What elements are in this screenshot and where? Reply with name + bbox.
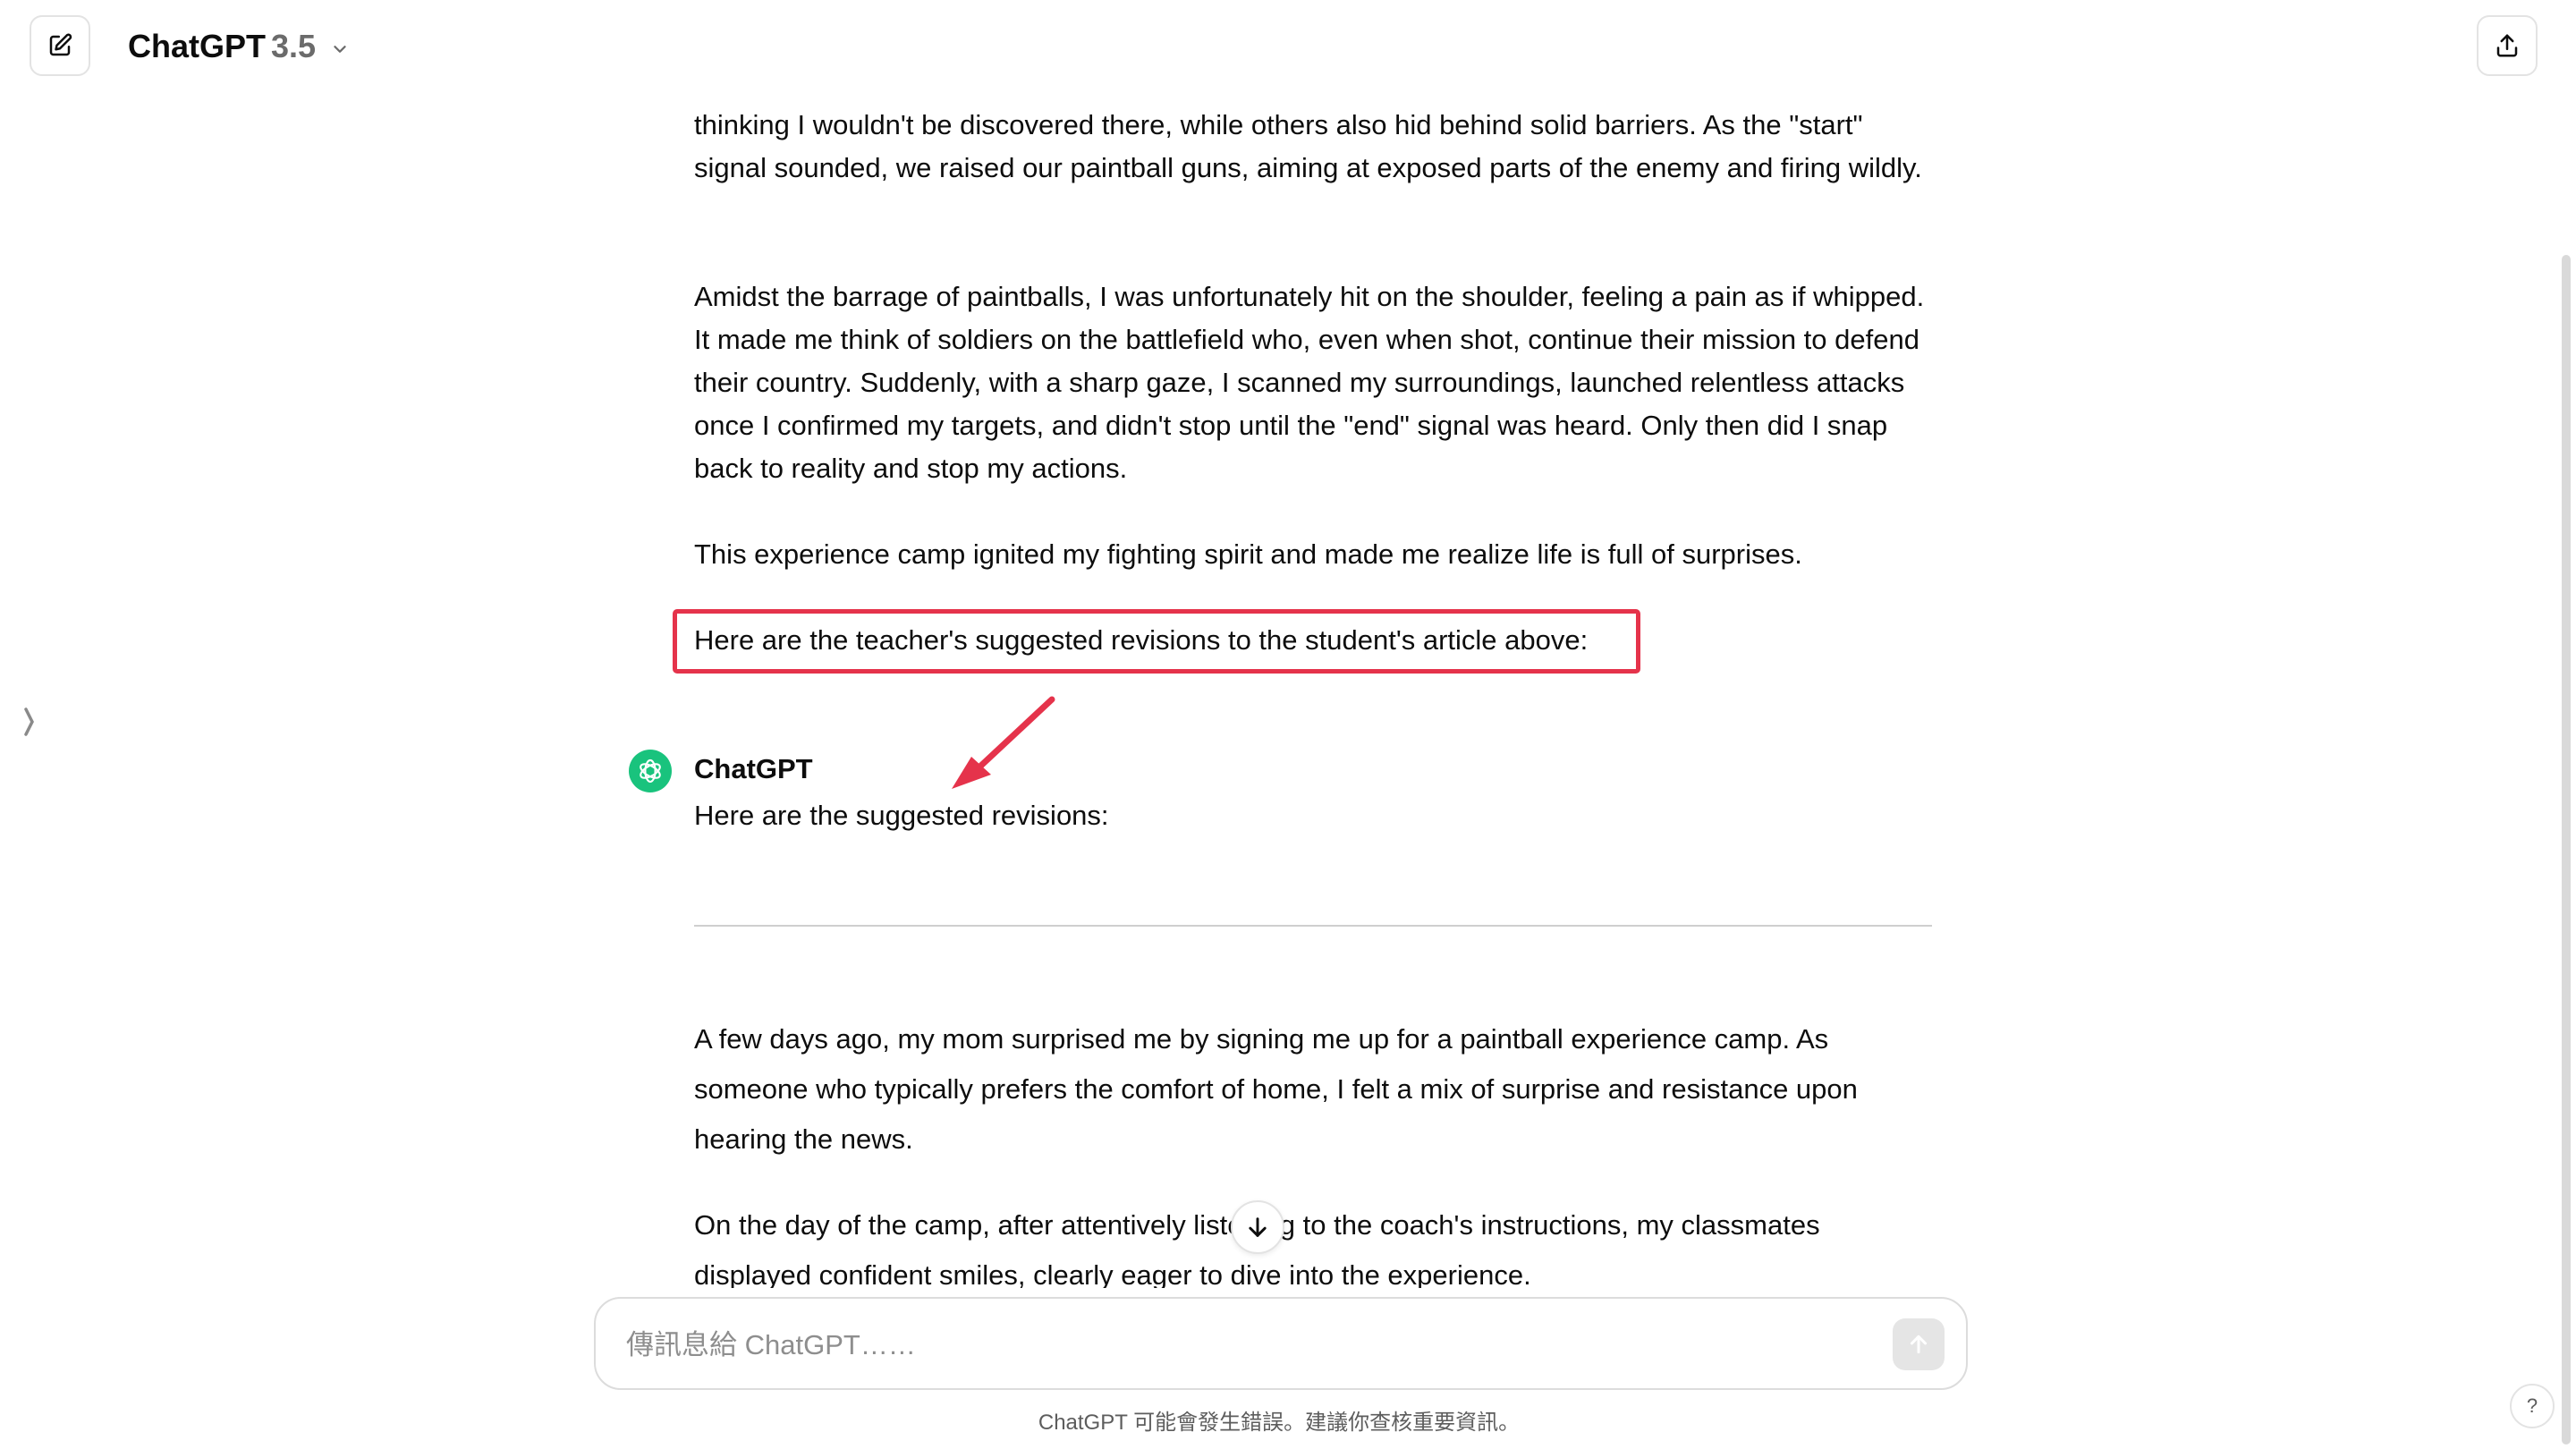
top-bar: ChatGPT 3.5 [0, 0, 2576, 93]
user-message-paragraph: Amidst the barrage of paintballs, I was … [694, 281, 1925, 484]
assistant-name-label: ChatGPT [694, 753, 813, 784]
annotation-arrow-icon [952, 696, 1055, 789]
model-selector[interactable]: ChatGPT 3.5 [128, 23, 350, 70]
scrollbar-thumb[interactable] [2562, 255, 2571, 1445]
horizontal-rule [694, 925, 1932, 927]
message-input[interactable] [624, 1322, 1862, 1368]
sidebar-toggle-handle[interactable] [18, 702, 41, 741]
send-button[interactable] [1893, 1318, 1945, 1370]
chevron-down-icon [334, 46, 346, 53]
revised-paragraph: A few days ago, my mom surprised me by s… [694, 1023, 1858, 1155]
new-chat-button[interactable] [30, 15, 90, 76]
share-button[interactable] [2477, 15, 2538, 76]
scroll-to-bottom-button[interactable] [1231, 1200, 1284, 1254]
chatgpt-avatar [629, 750, 672, 792]
chevron-right-icon [24, 708, 34, 736]
user-message-paragraph: This experience camp ignited my fighting… [694, 538, 1802, 570]
disclaimer-text: ChatGPT 可能會發生錯誤。建議你查核重要資訊。 [1038, 1411, 1521, 1435]
highlighted-prompt-text: Here are the teacher's suggested revisio… [694, 624, 1589, 656]
compose-icon [49, 33, 72, 56]
model-name: ChatGPT [128, 28, 267, 64]
model-version: 3.5 [271, 28, 317, 64]
share-icon [2496, 34, 2518, 57]
user-message-paragraph: thinking I wouldn't be discovered there,… [694, 109, 1922, 183]
arrow-down-icon [1249, 1217, 1267, 1237]
message-composer [594, 1297, 1968, 1390]
revised-paragraph: On the day of the camp, after attentivel… [694, 1209, 1820, 1291]
arrow-up-icon [1910, 1335, 1928, 1354]
openai-logo-icon [640, 758, 661, 784]
help-button[interactable]: ? [2510, 1384, 2555, 1428]
assistant-intro-text: Here are the suggested revisions: [694, 800, 1109, 831]
